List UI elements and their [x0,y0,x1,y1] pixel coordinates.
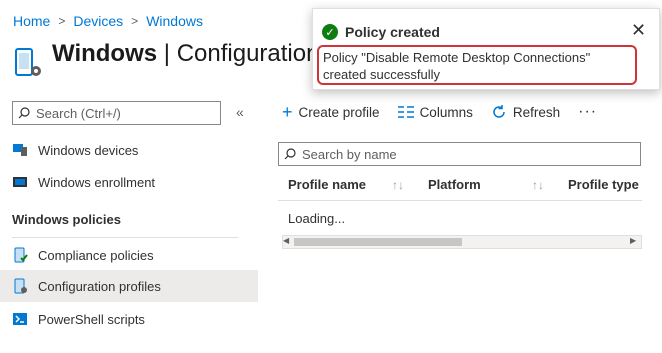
table-loading-status: Loading... [288,211,346,226]
search-by-name-input[interactable]: Search by name [278,142,641,166]
scrollbar-thumb[interactable] [294,238,462,246]
sidebar-item-compliance-policies[interactable]: Compliance policies [0,239,258,271]
sidebar-search-placeholder: Search (Ctrl+/) [36,105,121,121]
column-header-profile-name[interactable]: Profile name [288,177,366,192]
sidebar-item-configuration-profiles[interactable]: Configuration profiles [0,270,258,302]
column-header-platform[interactable]: Platform [428,177,481,192]
breadcrumb: Home > Devices > Windows [13,13,203,29]
page-title-bold: Windows [52,40,158,67]
command-bar: + Create profile Columns Refresh ··· [282,103,597,121]
breadcrumb-separator: > [131,14,139,28]
refresh-icon [493,105,505,118]
sort-icon[interactable]: ↑↓ [532,178,544,192]
page-title: Windows | Configuration [52,40,319,68]
close-icon[interactable]: ✕ [631,20,646,41]
search-icon [18,107,30,119]
windows-devices-icon [13,144,27,156]
sidebar-item-windows-enrollment[interactable]: Windows enrollment [0,166,258,198]
scroll-left-icon[interactable]: ◀ [283,236,289,245]
sidebar-item-powershell-scripts[interactable]: PowerShell scripts [0,303,258,335]
create-profile-label: Create profile [298,104,380,120]
collapse-sidebar-button[interactable]: « [236,104,244,120]
breadcrumb-devices[interactable]: Devices [73,13,123,29]
success-check-icon: ✓ [322,24,338,40]
sidebar-search-input[interactable]: Search (Ctrl+/) [12,101,221,125]
group-header-windows-policies: Windows policies [12,212,121,227]
sidebar-item-windows-devices[interactable]: Windows devices [0,134,258,166]
windows-enrollment-icon [13,177,27,187]
page-title-separator: | [157,40,177,67]
more-options-button[interactable]: ··· [578,103,597,121]
sidebar-item-label: Windows devices [38,142,139,158]
search-icon [284,148,296,160]
sidebar-item-label: PowerShell scripts [38,311,145,327]
refresh-label: Refresh [512,104,561,120]
search-by-name-placeholder: Search by name [302,146,397,162]
powershell-icon [13,313,27,325]
columns-icon [397,106,414,118]
sort-icon[interactable]: ↑↓ [392,178,404,192]
toast-message: Policy "Disable Remote Desktop Connectio… [317,45,637,85]
create-profile-button[interactable]: + Create profile [282,103,380,121]
sidebar-item-label: Windows enrollment [38,174,156,190]
toast-title: Policy created [345,24,440,40]
plus-icon: + [282,102,293,122]
column-header-profile-type[interactable]: Profile type [568,177,639,192]
page-title-rest: Configuration [176,40,320,67]
scroll-right-icon[interactable]: ▶ [630,236,636,245]
columns-button[interactable]: Columns [397,104,473,120]
divider [12,237,238,238]
windows-device-config-icon [15,48,41,76]
configuration-profiles-icon [14,278,27,294]
compliance-icon [14,247,28,263]
columns-label: Columns [419,104,473,120]
breadcrumb-separator: > [58,14,66,28]
sidebar-item-label: Compliance policies [38,247,154,263]
breadcrumb-windows[interactable]: Windows [146,13,203,29]
breadcrumb-home[interactable]: Home [13,13,50,29]
refresh-button[interactable]: Refresh [491,104,560,120]
sidebar-item-label: Configuration profiles [38,278,161,294]
divider [278,200,642,201]
